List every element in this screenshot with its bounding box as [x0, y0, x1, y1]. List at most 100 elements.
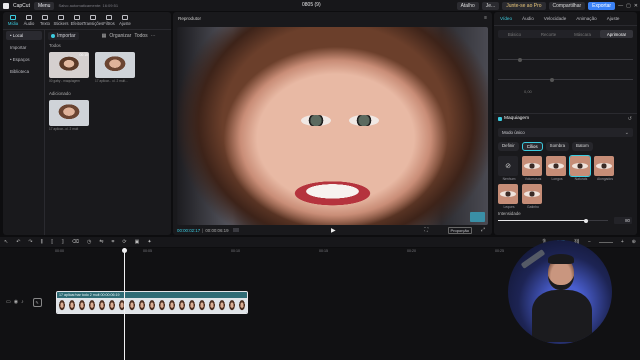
tab-stickers[interactable]: Stickers — [53, 13, 69, 26]
tab-adjust[interactable]: Ajuste — [117, 13, 133, 26]
segment-enhance[interactable]: Aprimorar — [600, 30, 633, 38]
makeup-toggle[interactable] — [498, 116, 502, 121]
intensity-knob[interactable] — [584, 218, 588, 223]
ai-icon[interactable]: ✦ — [147, 239, 151, 245]
segment-basic[interactable]: Básico — [498, 30, 531, 38]
tab-audio[interactable]: Áudio — [21, 13, 37, 26]
tab-text[interactable]: Texto — [37, 13, 53, 26]
ratio-button[interactable]: Proporção — [447, 226, 472, 234]
crop-icon[interactable]: ⌗ — [112, 239, 115, 245]
inspector-tabs: Vídeo Áudio Velocidade Animação Ajuste — [495, 15, 624, 22]
look-leques[interactable]: Leques — [498, 184, 520, 209]
freeze-icon[interactable]: ◷ — [87, 239, 91, 245]
look-naturais[interactable]: Naturais — [569, 155, 592, 181]
undo-icon[interactable]: ↶ — [16, 239, 20, 245]
slider-track[interactable] — [498, 57, 633, 62]
playhead[interactable] — [122, 248, 127, 360]
lock-track-icon[interactable]: ▭ — [6, 299, 11, 305]
playhead-handle[interactable] — [122, 248, 127, 253]
intensity-slider[interactable] — [498, 218, 608, 223]
filter-button[interactable]: Todos — [134, 33, 147, 39]
look-thumb — [498, 184, 518, 204]
slider-knob[interactable] — [550, 77, 554, 82]
shortcuts-button[interactable]: Atalho — [456, 1, 479, 10]
look-longos[interactable]: Longos — [546, 156, 568, 181]
share-button[interactable]: Compartilhar — [548, 1, 586, 10]
chip-lashes[interactable]: Cílios — [521, 142, 543, 151]
fit-timeline-icon[interactable]: ⊕ — [632, 239, 636, 245]
media-thumb-1[interactable]: 00:10 — [49, 52, 89, 78]
intensity-value[interactable]: 80 — [614, 217, 632, 224]
player-menu-icon[interactable]: ≡ — [484, 15, 487, 21]
split-left-icon[interactable]: ⟦ — [51, 239, 53, 245]
minimize-icon[interactable]: — — [618, 3, 623, 9]
sidebar-item-library[interactable]: Biblioteca — [6, 67, 42, 76]
rotate-icon[interactable]: ⟳ — [122, 239, 126, 245]
mode-select[interactable]: Modo único ⌄ — [498, 128, 633, 137]
tab-video[interactable]: Vídeo — [495, 15, 517, 22]
split-icon[interactable]: ⫼ — [41, 239, 43, 245]
import-button[interactable]: Importar — [48, 32, 79, 40]
mirror-icon[interactable]: ⇋ — [99, 239, 103, 245]
media-sidebar: • Local Importar • Espaços Biblioteca — [6, 31, 42, 76]
timeline: 00:00 00:05 00:10 00:15 00:20 00:25 ▭ ◉ … — [0, 240, 640, 360]
look-gatinho[interactable]: Gatinho — [522, 184, 544, 209]
video-preview[interactable] — [177, 27, 488, 225]
more-icon[interactable]: ⋯ — [151, 33, 156, 39]
value-field[interactable]: 0,00 — [524, 89, 532, 94]
segment-crop[interactable]: Recorte — [532, 30, 565, 38]
close-icon[interactable]: ✕ — [634, 3, 638, 9]
fit-icon[interactable]: ▣ — [135, 239, 140, 245]
makeup-title: Maquiagem — [504, 116, 530, 121]
slider-track[interactable] — [498, 77, 633, 82]
export-button[interactable]: Exportar — [588, 1, 616, 10]
zoom-slider[interactable] — [598, 241, 613, 243]
mute-track-icon[interactable]: ♪ — [21, 299, 24, 305]
chip-shadow[interactable]: Sombra — [545, 142, 570, 151]
redo-icon[interactable]: ↷ — [28, 239, 32, 245]
fullscreen-icon[interactable]: ⤢ — [481, 227, 485, 233]
cover-button[interactable]: ✎ — [32, 297, 42, 307]
adjust-icon — [122, 15, 128, 20]
play-icon[interactable]: ▶ — [331, 227, 336, 234]
tab-speed[interactable]: Velocidade — [539, 15, 571, 22]
select-tool-icon[interactable]: ↖ — [4, 239, 8, 245]
sidebar-item-spaces[interactable]: • Espaços — [6, 55, 42, 64]
sort-button[interactable]: Organizar — [109, 33, 131, 39]
look-none[interactable]: ⊘ Nenhum — [498, 156, 520, 181]
video-clip[interactable]: 17 aplicar/nar todo 2 mult 00:00:06:19 — [56, 291, 248, 314]
timeline-toggle-icon[interactable] — [232, 228, 239, 232]
menu-button[interactable]: Menu — [33, 1, 55, 10]
tab-audio-inspector[interactable]: Áudio — [517, 15, 539, 22]
media-thumb-3[interactable] — [49, 100, 89, 126]
delete-icon[interactable]: ⌫ — [72, 239, 79, 245]
blank-slider-row-2 — [498, 76, 633, 82]
project-title[interactable]: 0805 (9) — [302, 2, 321, 8]
chip-define[interactable]: Definir — [498, 142, 519, 151]
look-alongados[interactable]: Alongados — [594, 156, 616, 181]
time-separator: | — [202, 227, 204, 233]
media-thumb-2[interactable] — [95, 52, 135, 78]
join-pro-button[interactable]: Junte-se ao Pro — [502, 1, 546, 10]
sidebar-item-import[interactable]: Importar — [6, 43, 42, 52]
reset-icon[interactable]: ↺ — [628, 116, 632, 122]
sidebar-item-local[interactable]: • Local — [6, 31, 42, 40]
chip-lipstick[interactable]: Batom — [572, 142, 593, 151]
segment-mask[interactable]: Máscara — [566, 30, 599, 38]
look-volumosos[interactable]: Volumosos — [522, 156, 544, 181]
tab-media[interactable]: Mídia — [5, 13, 21, 26]
tab-filters[interactable]: Filtros — [101, 13, 117, 26]
tab-animation[interactable]: Animação — [571, 15, 601, 22]
zoom-in-icon[interactable]: + — [621, 239, 624, 245]
slider-knob[interactable] — [518, 57, 522, 62]
tab-adjust-inspector[interactable]: Ajuste — [602, 15, 625, 22]
zoom-out-icon[interactable]: − — [588, 239, 591, 245]
hide-track-icon[interactable]: ◉ — [14, 299, 18, 305]
tab-transitions[interactable]: Transições — [83, 13, 103, 26]
look-thumb — [546, 156, 566, 176]
user-button[interactable]: Je... — [481, 1, 500, 10]
maximize-icon[interactable]: ▢ — [626, 3, 631, 9]
fullscreen-crop-icon[interactable]: ⛶ — [424, 227, 428, 233]
split-right-icon[interactable]: ⟧ — [61, 239, 63, 245]
grid-view-icon[interactable]: ▦ — [102, 33, 107, 39]
